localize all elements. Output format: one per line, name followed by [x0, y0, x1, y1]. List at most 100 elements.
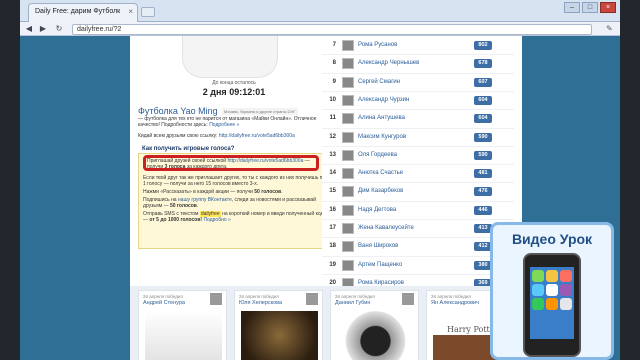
- player-name[interactable]: Рома Русанов: [358, 42, 397, 48]
- rank-number: 9: [332, 78, 336, 85]
- address-bar[interactable]: dailyfree.ru/?2: [72, 24, 592, 35]
- reload-icon[interactable]: ↻: [54, 24, 64, 34]
- new-tab-button[interactable]: [141, 7, 155, 17]
- leaderboard-row[interactable]: 15 Дим Казарбеков 476: [326, 183, 518, 201]
- timer-label: До конца осталось: [212, 80, 256, 86]
- player-name[interactable]: Максим Кунгуров: [358, 134, 406, 140]
- winner-avatar[interactable]: [306, 293, 318, 305]
- app-icon: [532, 298, 544, 310]
- avatar[interactable]: [342, 168, 354, 180]
- player-name[interactable]: Артем Пащенко: [358, 262, 402, 268]
- player-name[interactable]: Александр Чурзин: [358, 97, 409, 103]
- prize-image: [337, 311, 414, 360]
- product-title[interactable]: Футболка Yao Ming: [138, 106, 218, 116]
- player-name[interactable]: Рома Кирасиров: [358, 280, 404, 286]
- player-name[interactable]: Александр Чернышев: [358, 60, 419, 66]
- close-window-button[interactable]: ×: [600, 2, 616, 13]
- avatar[interactable]: [342, 149, 354, 161]
- prize-image: [241, 311, 318, 360]
- leaderboard-row[interactable]: 8 Александр Чернышев 678: [326, 55, 518, 73]
- winner-name[interactable]: Ян Александрович: [431, 300, 479, 306]
- leaderboard-row[interactable]: 13 Оля Гордеева 590: [326, 147, 518, 165]
- sms-details-link[interactable]: Подробно »: [202, 217, 230, 223]
- avatar[interactable]: [342, 58, 354, 70]
- tab-title: Daily Free: дарим Футболк: [35, 8, 121, 15]
- player-name[interactable]: Сергей Смагин: [358, 79, 400, 85]
- invite-text: Кидай всем друзьям свою ссылку:: [138, 133, 219, 139]
- app-icon: [546, 284, 558, 296]
- avatar[interactable]: [342, 76, 354, 88]
- rank-number: 16: [329, 206, 336, 213]
- region-tag: Москва, Украина и другие страны СНГ: [222, 108, 298, 115]
- winner-card[interactable]: 26 апреля победил Андрей Стенура: [138, 290, 227, 360]
- leaderboard-row[interactable]: 16 Надя Дегтова 446: [326, 202, 518, 220]
- leaderboard-row[interactable]: 14 Анютка Счастье 481: [326, 165, 518, 183]
- votes-badge: 604: [474, 95, 492, 105]
- maximize-button[interactable]: □: [582, 2, 598, 13]
- leaderboard-row[interactable]: 9 Сергей Смагин 607: [326, 74, 518, 92]
- votes-badge: 604: [474, 114, 492, 124]
- avatar[interactable]: [342, 113, 354, 125]
- player-name[interactable]: Анютка Счастье: [358, 170, 403, 176]
- rank-number: 13: [329, 151, 336, 158]
- winners-strip: 26 апреля победил Андрей Стенура 26 апреля…: [130, 286, 522, 360]
- browser-tab[interactable]: Daily Free: дарим Футболк ×: [28, 3, 138, 22]
- avatar[interactable]: [342, 204, 354, 216]
- win-date: 26 апреля победил: [143, 294, 183, 299]
- player-name[interactable]: Алина Антушева: [358, 115, 405, 121]
- step4-bold: 50 голосов: [169, 203, 197, 209]
- avatar[interactable]: [342, 241, 354, 253]
- step3-bold: 50 голосов: [254, 189, 282, 195]
- rank-number: 7: [332, 42, 336, 48]
- tshirt-image: [182, 36, 278, 78]
- invite-link[interactable]: http://dailyfree.ru/vote5ad6bb300a: [219, 133, 295, 139]
- winner-name[interactable]: Даниил Губин: [335, 300, 370, 306]
- step3-text-b: .: [281, 189, 283, 195]
- winner-avatar[interactable]: [210, 293, 222, 305]
- avatar[interactable]: [342, 131, 354, 143]
- forward-arrow-icon[interactable]: ▶: [38, 24, 48, 34]
- winner-card[interactable]: 26 апреля победил Даниил Губин: [330, 290, 419, 360]
- rank-number: 8: [332, 60, 336, 67]
- video-lesson-badge: Видео Урок: [490, 222, 614, 360]
- win-date: 26 апреля победил: [431, 294, 471, 299]
- votes-badge: 476: [474, 187, 492, 197]
- player-name[interactable]: Жена Кавалеусейте: [358, 225, 414, 231]
- player-name[interactable]: Дим Казарбеков: [358, 188, 403, 194]
- leaderboard-row[interactable]: 12 Максим Кунгуров 590: [326, 129, 518, 147]
- leaderboard-row[interactable]: 11 Алина Антушева 604: [326, 110, 518, 128]
- winner-name[interactable]: Андрей Стенура: [143, 300, 185, 306]
- player-name[interactable]: Надя Дегтова: [358, 207, 396, 213]
- how-to-step-4: Подпишись на нашу группу ВКонтакте, след…: [143, 197, 329, 209]
- rank-number: 14: [329, 170, 336, 177]
- browser-toolbar: ◀ ▶ ↻ dailyfree.ru/?2 ✎: [20, 22, 620, 36]
- minimize-button[interactable]: –: [564, 2, 580, 13]
- avatar[interactable]: [342, 259, 354, 271]
- tab-close-icon[interactable]: ×: [128, 7, 133, 16]
- avatar[interactable]: [342, 40, 354, 51]
- back-arrow-icon[interactable]: ◀: [24, 24, 34, 34]
- step4-text-c: .: [196, 203, 199, 209]
- winner-name[interactable]: Юля Хелерскова: [239, 300, 282, 306]
- rank-number: 10: [329, 96, 336, 103]
- winner-card[interactable]: 26 апреля победил Юля Хелерскова: [234, 290, 323, 360]
- how-to-step-3: Нажми «Рассказать» в каждой акции — полу…: [143, 189, 329, 195]
- step3-text: Нажми «Рассказать» в каждой акции — полу…: [143, 189, 255, 195]
- leaderboard-row[interactable]: 10 Александр Чурзин 604: [326, 92, 518, 110]
- player-name[interactable]: Ваня Широков: [358, 243, 398, 249]
- leaderboard-row[interactable]: 7 Рома Русанов 802: [326, 37, 518, 55]
- rank-number: 17: [329, 225, 336, 231]
- description-link[interactable]: Подробнее »: [209, 122, 239, 128]
- invite-line: Кидай всем друзьям свою ссылку: http://d…: [138, 133, 295, 139]
- prize-image: [145, 311, 222, 360]
- votes-badge: 481: [474, 169, 492, 179]
- votes-badge: 802: [474, 41, 492, 50]
- player-name[interactable]: Оля Гордеева: [358, 152, 397, 158]
- app-icon: [560, 298, 572, 310]
- votes-badge: 590: [474, 150, 492, 160]
- avatar[interactable]: [342, 94, 354, 106]
- avatar[interactable]: [342, 186, 354, 198]
- winner-avatar[interactable]: [402, 293, 414, 305]
- wrench-icon[interactable]: ✎: [606, 24, 616, 34]
- avatar[interactable]: [342, 223, 354, 234]
